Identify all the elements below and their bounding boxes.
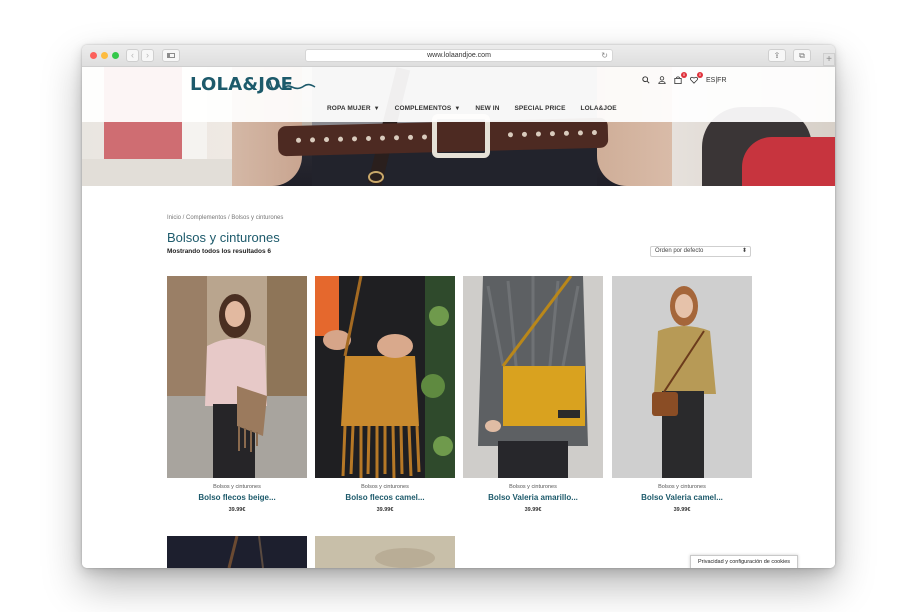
product-name[interactable]: Bolso Valeria amarillo...	[463, 493, 603, 502]
header-actions: 0 0 ES|FR	[642, 72, 727, 84]
browser-toolbar: ‹ › www.lolaandjoe.com ↻ ⇪ ⧉	[82, 45, 835, 67]
cart-count-badge: 0	[681, 72, 687, 78]
sort-selected-value: Orden por defecto	[655, 248, 704, 254]
menu-label: COMPLEMENTOS	[394, 105, 452, 112]
search-icon[interactable]	[642, 76, 650, 84]
share-button[interactable]: ⇪	[768, 49, 786, 62]
url-text: www.lolaandjoe.com	[427, 52, 491, 59]
stage: ‹ › www.lolaandjoe.com ↻ ⇪ ⧉ LOLA&JOE 0 …	[0, 0, 918, 612]
product-card[interactable]: Bolsos y cinturones Bolso Valeria amaril…	[463, 276, 603, 513]
main-menu: ROPA MUJER ▼ COMPLEMENTOS ▼ NEW IN SPECIAL…	[327, 105, 617, 112]
product-price: 39.99€	[524, 507, 542, 513]
minimize-window-button[interactable]	[101, 52, 108, 59]
product-category[interactable]: Bolsos y cinturones	[612, 484, 752, 490]
caret-down-icon: ▼	[373, 106, 380, 112]
menu-item-ropa-mujer[interactable]: ROPA MUJER ▼	[327, 105, 380, 112]
product-image[interactable]	[315, 536, 455, 568]
product-price: 39.99€	[376, 507, 394, 513]
product-price: 39.99€	[673, 507, 691, 513]
product-card[interactable]	[167, 536, 307, 568]
address-bar[interactable]: www.lolaandjoe.com ↻	[305, 49, 613, 62]
cookie-settings-button[interactable]: Privacidad y configuración de cookies	[690, 555, 798, 568]
product-price: 39.99€	[228, 507, 246, 513]
forward-button[interactable]: ›	[141, 49, 154, 62]
product-image[interactable]	[167, 276, 307, 478]
menu-label: ROPA MUJER	[327, 105, 371, 112]
product-image[interactable]	[612, 276, 752, 478]
product-card[interactable]: Bolsos y cinturones Bolso flecos beige..…	[167, 276, 307, 513]
logo-wave-icon	[269, 80, 316, 90]
product-card[interactable]	[315, 536, 455, 568]
cart-button[interactable]: 0	[674, 72, 687, 84]
reload-icon[interactable]: ↻	[601, 50, 608, 61]
menu-item-new-in[interactable]: NEW IN	[475, 105, 499, 112]
caret-down-icon: ▼	[454, 106, 461, 112]
product-image[interactable]	[167, 536, 307, 568]
page-title: Bolsos y cinturones	[167, 230, 280, 245]
back-button[interactable]: ‹	[126, 49, 139, 62]
site-header: LOLA&JOE 0 0 ES|FR ROPA MUJER ▼ COMPLEME…	[82, 67, 835, 122]
hero-banner-image: LOLA&JOE 0 0 ES|FR ROPA MUJER ▼ COMPLEME…	[82, 67, 835, 186]
product-card[interactable]: Bolsos y cinturones Bolso Valeria camel.…	[612, 276, 752, 513]
sidebar-icon	[167, 53, 175, 58]
product-category[interactable]: Bolsos y cinturones	[315, 484, 455, 490]
product-name[interactable]: Bolso Valeria camel...	[612, 493, 752, 502]
menu-item-lolajoe[interactable]: LOLA&JOE	[581, 105, 617, 112]
product-category[interactable]: Bolsos y cinturones	[463, 484, 603, 490]
browser-window: ‹ › www.lolaandjoe.com ↻ ⇪ ⧉ LOLA&JOE 0 …	[82, 45, 835, 568]
product-card[interactable]: Bolsos y cinturones Bolso flecos camel..…	[315, 276, 455, 513]
product-name[interactable]: Bolso flecos beige...	[167, 493, 307, 502]
result-count: Mostrando todos los resultados 6	[167, 248, 272, 255]
breadcrumb[interactable]: Inicio / Complementos / Bolsos y cinturo…	[167, 215, 283, 221]
sort-select[interactable]: Orden por defecto ⬍	[650, 246, 751, 257]
new-tab-button[interactable]: +	[823, 53, 835, 66]
lang-fr-link[interactable]: FR	[717, 77, 726, 84]
close-window-button[interactable]	[90, 52, 97, 59]
heart-icon	[690, 76, 698, 84]
wishlist-button[interactable]: 0	[690, 72, 703, 84]
web-page: LOLA&JOE 0 0 ES|FR ROPA MUJER ▼ COMPLEME…	[82, 67, 835, 568]
product-image[interactable]	[463, 276, 603, 478]
menu-item-special-price[interactable]: SPECIAL PRICE	[515, 105, 566, 112]
product-category[interactable]: Bolsos y cinturones	[167, 484, 307, 490]
sidebar-toggle-button[interactable]	[162, 49, 180, 62]
menu-item-complementos[interactable]: COMPLEMENTOS ▼	[395, 105, 461, 112]
product-name[interactable]: Bolso flecos camel...	[315, 493, 455, 502]
wishlist-count-badge: 0	[697, 72, 703, 78]
show-tabs-button[interactable]: ⧉	[793, 49, 811, 62]
zoom-window-button[interactable]	[112, 52, 119, 59]
user-account-icon[interactable]	[658, 76, 666, 84]
language-switcher: ES|FR	[706, 77, 727, 84]
product-image[interactable]	[315, 276, 455, 478]
lang-es-link[interactable]: ES	[706, 77, 715, 84]
shopping-bag-icon	[674, 76, 682, 84]
select-arrows-icon: ⬍	[741, 248, 747, 254]
